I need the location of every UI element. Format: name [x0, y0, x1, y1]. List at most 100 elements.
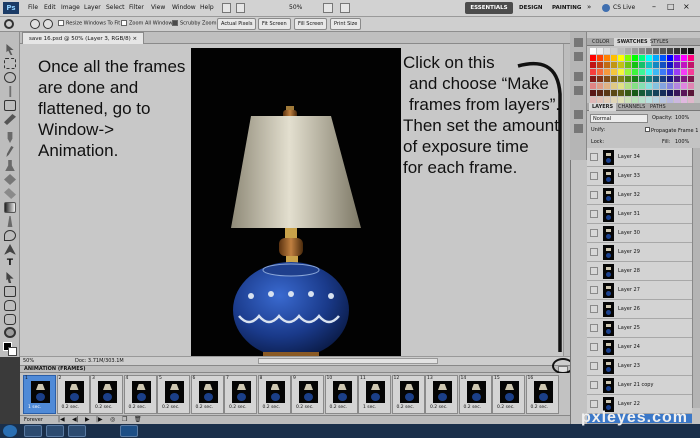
swatch[interactable] — [618, 90, 624, 96]
zoom-all-checkbox[interactable]: Zoom All Windows — [121, 20, 175, 27]
swatch[interactable] — [590, 90, 596, 96]
swatch[interactable] — [660, 55, 666, 61]
resize-windows-checkbox[interactable]: Resize Windows To Fit — [58, 20, 120, 27]
tab-paths[interactable]: PATHS — [647, 103, 669, 111]
frame-delay[interactable]: 1 sec. — [363, 405, 376, 410]
swatch[interactable] — [639, 62, 645, 68]
layer-row[interactable]: Layer 23 — [587, 357, 692, 376]
layer-visibility-toggle[interactable] — [590, 324, 598, 332]
swatch[interactable] — [590, 83, 596, 89]
history-brush-tool-icon[interactable] — [4, 174, 16, 185]
workspace-essentials-button[interactable]: ESSENTIALS — [465, 2, 513, 14]
propagate-frame-checkbox[interactable]: Propagate Frame 1 — [645, 127, 698, 134]
delete-frame-icon[interactable]: 🗑 — [134, 416, 142, 424]
maximize-icon[interactable]: □ — [667, 2, 675, 11]
swatch[interactable] — [667, 90, 673, 96]
crop-tool-icon[interactable] — [4, 100, 16, 111]
layer-row[interactable]: Layer 30 — [587, 224, 692, 243]
minimize-icon[interactable]: – — [652, 2, 656, 11]
menu-image[interactable]: Image — [61, 4, 80, 11]
taskbar-explorer-icon[interactable] — [24, 425, 42, 437]
3d-rotate-tool-icon[interactable] — [4, 300, 16, 311]
swatch[interactable] — [625, 69, 631, 75]
swatch[interactable] — [632, 90, 638, 96]
swatch[interactable] — [667, 76, 673, 82]
duplicate-frame-icon[interactable]: ❐ — [122, 416, 127, 424]
animation-frame[interactable]: 1 1 sec. — [23, 375, 56, 414]
swatch[interactable] — [625, 48, 631, 54]
swatch[interactable] — [597, 83, 603, 89]
frame-delay[interactable]: 1 sec. — [28, 405, 41, 410]
frame-delay[interactable]: 0.2 sec. — [497, 405, 515, 410]
layer-row[interactable]: Layer 28 — [587, 262, 692, 281]
swatch[interactable] — [681, 55, 687, 61]
swatch[interactable] — [653, 48, 659, 54]
layer-row[interactable]: Layer 33 — [587, 167, 692, 186]
frame-delay[interactable]: 0.2 sec. — [531, 405, 549, 410]
swatch[interactable] — [681, 83, 687, 89]
swatch[interactable] — [590, 55, 596, 61]
swatch[interactable] — [611, 62, 617, 68]
swatch-grid[interactable] — [590, 48, 698, 108]
zoom-in-icon[interactable] — [30, 19, 40, 29]
menu-select[interactable]: Select — [106, 4, 125, 11]
actual-pixels-button[interactable]: Actual Pixels — [217, 18, 257, 30]
tab-layers[interactable]: LAYERS — [589, 103, 617, 111]
swatch[interactable] — [653, 83, 659, 89]
type-tool-icon[interactable]: T — [4, 258, 16, 269]
layer-row[interactable]: Layer 31 — [587, 205, 692, 224]
swatch[interactable] — [611, 76, 617, 82]
swatch[interactable] — [667, 55, 673, 61]
swatch[interactable] — [646, 48, 652, 54]
document-canvas[interactable] — [191, 48, 401, 358]
layer-visibility-toggle[interactable] — [590, 305, 598, 313]
menu-view[interactable]: View — [151, 4, 165, 11]
animation-frame[interactable]: 13 0.2 sec. — [425, 375, 458, 414]
swatch[interactable] — [597, 48, 603, 54]
swatch[interactable] — [611, 90, 617, 96]
layer-visibility-toggle[interactable] — [590, 210, 598, 218]
background-color-swatch[interactable] — [8, 347, 17, 356]
swatch[interactable] — [597, 62, 603, 68]
frame-delay[interactable]: 0.2 sec. — [129, 405, 147, 410]
character-panel-icon[interactable] — [574, 110, 583, 119]
swatch[interactable] — [688, 69, 694, 75]
swatch[interactable] — [597, 76, 603, 82]
frame-delay[interactable]: 0.2 sec. — [95, 405, 113, 410]
layer-visibility-toggle[interactable] — [590, 362, 598, 370]
swatch[interactable] — [611, 69, 617, 75]
frame-delay[interactable]: 0.2 sec. — [464, 405, 482, 410]
layer-visibility-toggle[interactable] — [590, 191, 598, 199]
fit-screen-button[interactable]: Fit Screen — [258, 18, 291, 30]
zoom-out-icon[interactable] — [43, 19, 53, 29]
swatch[interactable] — [646, 76, 652, 82]
layer-row[interactable]: Layer 29 — [587, 243, 692, 262]
swatch[interactable] — [632, 55, 638, 61]
animation-frame[interactable]: 8 0.2 sec. — [257, 375, 291, 414]
layer-visibility-toggle[interactable] — [590, 286, 598, 294]
tab-color[interactable]: COLOR — [589, 38, 612, 46]
swatch[interactable] — [611, 48, 617, 54]
swatch[interactable] — [646, 62, 652, 68]
swatch[interactable] — [646, 83, 652, 89]
layer-visibility-toggle[interactable] — [590, 381, 598, 389]
animation-frame[interactable]: 4 0.2 sec. — [123, 375, 157, 414]
bridge-icon[interactable] — [222, 3, 231, 13]
swatch[interactable] — [604, 83, 610, 89]
swatch[interactable] — [653, 55, 659, 61]
animation-frame[interactable]: 14 0.2 sec. — [458, 375, 492, 414]
adjustments-panel-icon[interactable] — [574, 72, 583, 81]
layer-row[interactable]: Layer 26 — [587, 300, 692, 319]
swatch[interactable] — [674, 55, 680, 61]
first-frame-icon[interactable]: |◀ — [58, 416, 65, 424]
menu-edit[interactable]: Edit — [44, 4, 56, 11]
frame-delay[interactable]: 0.2 sec. — [330, 405, 348, 410]
canvas-area[interactable]: Once all the frames are done and flatten… — [20, 44, 563, 358]
layer-row[interactable]: Layer 25 — [587, 319, 692, 338]
animation-panel-title[interactable]: ANIMATION (FRAMES) — [24, 366, 86, 373]
swatch[interactable] — [632, 83, 638, 89]
swatch[interactable] — [604, 48, 610, 54]
swatch[interactable] — [646, 90, 652, 96]
layer-visibility-toggle[interactable] — [590, 400, 598, 408]
animation-frame[interactable]: 5 0.2 sec. — [157, 375, 190, 414]
